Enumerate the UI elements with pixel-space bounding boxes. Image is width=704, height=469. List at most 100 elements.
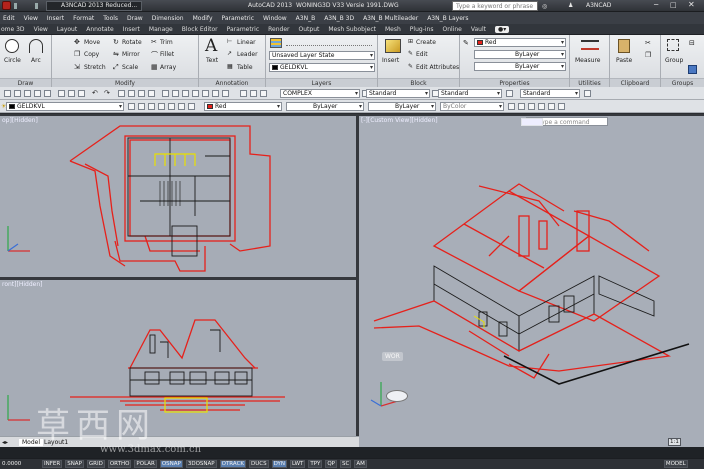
layer-state-combo[interactable]: Unsaved Layer State ▾ [269, 51, 375, 60]
tab-plugins[interactable]: Plug-ins [410, 26, 434, 33]
tab-annotate[interactable]: Annotate [86, 26, 113, 33]
status-otrack[interactable]: OTRACK [219, 460, 247, 468]
menu-a3nb-layers[interactable]: A3N_B Layers [427, 15, 468, 22]
status-sc[interactable]: SC [339, 460, 352, 468]
menu-window[interactable]: Window [263, 15, 287, 22]
linear-button[interactable]: Linear [237, 39, 256, 46]
panel-draw-label[interactable]: Draw [0, 78, 51, 87]
copy-clip-icon[interactable]: ❐ [645, 51, 651, 59]
zoom-window-icon[interactable] [138, 90, 145, 97]
lineweight-combo[interactable]: ByLayer ▾ [474, 62, 566, 71]
render-icon-6[interactable] [558, 103, 565, 110]
edit-button[interactable]: Edit [416, 51, 428, 58]
tab-block-editor[interactable]: Block Editor [182, 26, 218, 33]
minimize-icon[interactable]: ─ [654, 1, 658, 9]
panel-annotation-label[interactable]: Annotation [199, 78, 265, 87]
text-button[interactable]: Text [206, 57, 218, 64]
status-lwt[interactable]: LWT [290, 460, 306, 468]
tab-home-3d[interactable]: ome 3D [1, 26, 25, 33]
binoculars-icon[interactable]: ◎ [542, 3, 547, 10]
menu-a3nb-3d[interactable]: A3N_B 3D [324, 15, 354, 22]
close-icon[interactable]: ✕ [688, 0, 695, 9]
layer-tools-icons[interactable] [286, 40, 372, 46]
arc-icon[interactable] [29, 39, 43, 53]
tab-view[interactable]: View [34, 26, 48, 33]
status-grid[interactable]: GRID [86, 460, 105, 468]
menu-dimension[interactable]: Dimension [152, 15, 184, 22]
rotate-icon[interactable]: ↻ [113, 38, 119, 46]
new-icon[interactable] [4, 90, 11, 97]
linear-icon[interactable]: ⊢ [227, 38, 232, 45]
tab-parametric[interactable]: Parametric [227, 26, 260, 33]
scale-icon[interactable]: ⤢ [113, 63, 119, 72]
panel-layers-label[interactable]: Layers [266, 78, 377, 87]
preview-icon[interactable] [44, 90, 51, 97]
layer-lock-icon[interactable] [178, 103, 185, 110]
linetype-combo[interactable]: ByLayer ▾ [474, 50, 566, 59]
fillet-icon[interactable]: ⌒ [151, 50, 158, 60]
group-select-icon[interactable] [688, 65, 697, 74]
status-snap[interactable]: SNAP [65, 460, 84, 468]
app-button[interactable]: A3NCAD 2013 Reduced... [46, 1, 142, 11]
trim-icon[interactable]: ✂ [151, 38, 157, 46]
linetype-style-combo[interactable]: COMPLEX ▾ [280, 89, 360, 98]
layer-combo[interactable]: GELDKVL ▾ [269, 63, 375, 72]
measure-icon[interactable] [581, 40, 599, 50]
layer-walk-icon[interactable] [188, 103, 195, 110]
tab-render[interactable]: Render [268, 26, 289, 33]
properties-tb-icon[interactable] [162, 90, 169, 97]
mirror-button[interactable]: Mirror [122, 51, 140, 58]
match-properties-icon[interactable]: ✎ [463, 39, 469, 47]
paste-icon[interactable] [618, 39, 630, 53]
render-icon-1[interactable] [508, 103, 515, 110]
tab-layout[interactable]: Layout [57, 26, 77, 33]
status-polar[interactable]: POLAR [134, 460, 157, 468]
zoom-realtime-icon[interactable] [128, 90, 135, 97]
paste-tb-icon[interactable] [78, 90, 85, 97]
paste-button[interactable]: Paste [616, 57, 632, 64]
edit-attributes-icon[interactable]: ✎ [408, 63, 413, 70]
make-current-icon[interactable] [128, 103, 135, 110]
plot-icon[interactable] [34, 90, 41, 97]
render-icon-5[interactable] [548, 103, 555, 110]
measure-button[interactable]: Measure [575, 57, 601, 64]
layer-tb-icon[interactable] [240, 90, 247, 97]
status-ducs[interactable]: DUCS [249, 460, 269, 468]
pan-icon[interactable] [118, 90, 125, 97]
menu-modify[interactable]: Modify [193, 15, 213, 22]
tab-vault[interactable]: Vault [471, 26, 486, 33]
menu-format[interactable]: Format [73, 15, 94, 22]
menu-draw[interactable]: Draw [127, 15, 143, 22]
status-dyn[interactable]: DYN [271, 460, 288, 468]
mirror-icon[interactable]: ⇋ [113, 50, 119, 58]
circle-button[interactable]: Circle [4, 57, 21, 64]
search-field[interactable]: Type a keyword or phrase [452, 1, 538, 11]
insert-button[interactable]: Insert [382, 57, 399, 64]
panel-modify-label[interactable]: Modify [52, 78, 198, 87]
panel-utilities-label[interactable]: Utilities [570, 78, 609, 87]
fillet-button[interactable]: Fillet [160, 51, 174, 58]
edit-attributes-button[interactable]: Edit Attributes [416, 64, 459, 71]
layer-off-icon[interactable] [158, 103, 165, 110]
color-tb-combo[interactable]: Red ▾ [204, 102, 282, 111]
status-ortho[interactable]: ORTHO [107, 460, 132, 468]
world-badge[interactable]: WOR [382, 352, 403, 361]
panel-groups-label[interactable]: Groups [661, 78, 704, 87]
table-icon[interactable]: ▦ [227, 63, 233, 70]
leader-icon[interactable]: ↗ [227, 50, 232, 57]
text-style-combo[interactable]: Standard ▾ [366, 89, 430, 98]
text-icon[interactable]: A [205, 36, 217, 56]
copy-tb-icon[interactable] [68, 90, 75, 97]
layer-tb-combo[interactable]: GELDKVL ▾ [6, 102, 124, 111]
cut-icon[interactable]: ✂ [645, 39, 651, 47]
layer-properties-icon[interactable] [270, 38, 282, 48]
status-model[interactable]: MODEL [663, 460, 688, 468]
layer-iso-icon[interactable] [260, 90, 267, 97]
help-icon[interactable] [222, 90, 229, 97]
calculator-icon[interactable] [212, 90, 219, 97]
status-osnap[interactable]: OSNAP [159, 460, 183, 468]
copy-icon[interactable]: ❐ [74, 50, 80, 58]
trim-button[interactable]: Trim [160, 39, 173, 46]
tab-insert[interactable]: Insert [123, 26, 140, 33]
tab-manage[interactable]: Manage [149, 26, 173, 33]
